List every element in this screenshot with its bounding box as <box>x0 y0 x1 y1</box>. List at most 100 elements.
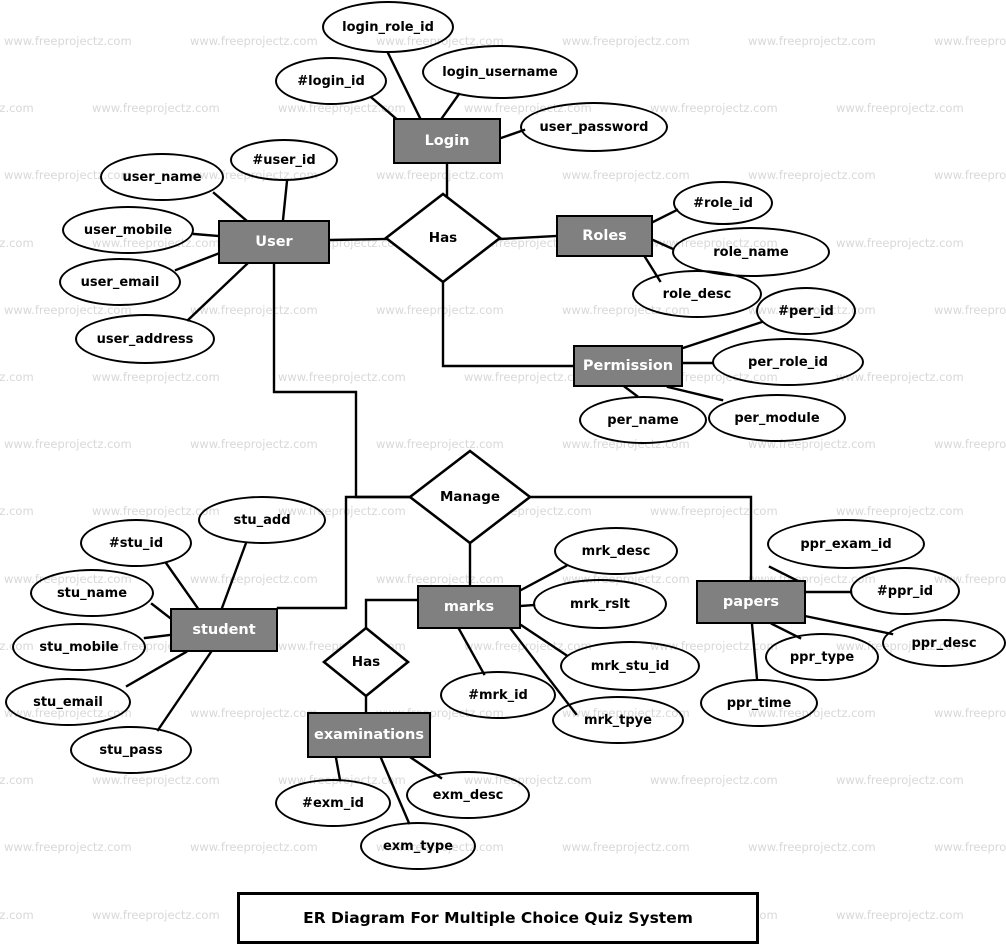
relationship-label: Has <box>428 230 458 246</box>
attribute-per_id[interactable]: #per_id <box>756 287 856 335</box>
attribute-stu_pass[interactable]: stu_pass <box>70 726 192 774</box>
attribute-user_email[interactable]: user_email <box>59 258 181 306</box>
attribute-label: #user_id <box>252 152 316 168</box>
edge-e-has-roles <box>498 234 558 241</box>
edge-e-role-name <box>651 238 675 251</box>
edge-e-user-mobile <box>192 232 220 238</box>
attribute-label: ppr_type <box>789 649 855 665</box>
attribute-per_name[interactable]: per_name <box>579 396 707 444</box>
relationship-manage[interactable]: Manage <box>410 451 530 543</box>
edge-e-per-module <box>666 385 724 402</box>
attribute-label: role_desc <box>662 286 732 302</box>
edge-e-mrk-id <box>457 627 486 676</box>
attribute-user_password[interactable]: user_password <box>520 102 668 152</box>
attribute-label: exm_type <box>382 838 454 854</box>
relationship-has-user-roles[interactable]: Has <box>386 194 500 282</box>
attribute-label: role_name <box>713 244 789 260</box>
attribute-label: ppr_desc <box>911 635 977 651</box>
attribute-label: login_username <box>442 64 558 80</box>
attribute-stu_email[interactable]: stu_email <box>5 678 131 726</box>
edge-e-stu-name <box>150 602 172 620</box>
attribute-label: user_address <box>96 331 194 347</box>
attribute-label: login_role_id <box>342 19 434 35</box>
entity-label: Roles <box>582 228 627 244</box>
attribute-label: #mrk_id <box>468 687 528 703</box>
attribute-label: #role_id <box>693 195 753 211</box>
attribute-exm_type[interactable]: exm_type <box>360 822 476 870</box>
edge-e-mrk-rslt <box>519 603 536 608</box>
attribute-role_desc[interactable]: role_desc <box>632 270 762 318</box>
attribute-stu_add[interactable]: stu_add <box>198 496 326 544</box>
attribute-user_mobile[interactable]: user_mobile <box>62 206 194 254</box>
edge-e-stu-id <box>164 561 201 612</box>
edge-e-marks-has <box>364 598 419 630</box>
entity-marks[interactable]: marks <box>417 585 521 629</box>
attribute-ppr_exam_id[interactable]: ppr_exam_id <box>767 519 925 569</box>
entity-label: examinations <box>314 727 424 743</box>
entity-user[interactable]: User <box>218 220 330 264</box>
attribute-label: mrk_rslt <box>570 596 630 612</box>
attribute-ppr_type[interactable]: ppr_type <box>765 633 879 681</box>
relationship-label: Has <box>351 654 381 670</box>
edge-e-user-address <box>186 262 249 322</box>
relationship-has-marks-exams[interactable]: Has <box>324 628 408 696</box>
edge-e-user-manage <box>272 262 412 499</box>
entity-student[interactable]: student <box>170 608 278 652</box>
attribute-label: mrk_tpye <box>584 712 652 728</box>
entity-label: Permission <box>582 358 674 374</box>
entity-label: papers <box>722 594 780 610</box>
attribute-stu_id[interactable]: #stu_id <box>80 519 192 567</box>
attribute-label: exm_desc <box>432 787 504 803</box>
attribute-role_id[interactable]: #role_id <box>673 181 773 225</box>
attribute-label: stu_email <box>33 694 103 710</box>
attribute-mrk_stu_id[interactable]: mrk_stu_id <box>560 641 700 691</box>
attribute-label: #per_id <box>778 303 834 319</box>
attribute-label: user_email <box>80 274 160 290</box>
attribute-mrk_desc[interactable]: mrk_desc <box>554 527 678 575</box>
attribute-user_address[interactable]: user_address <box>75 314 215 364</box>
attribute-user_id[interactable]: #user_id <box>230 139 338 181</box>
er-diagram-canvas: www.freeprojectz.com www.freeprojectz.com… <box>0 0 1006 944</box>
edge-e-role-id <box>651 208 679 224</box>
attribute-ppr_id[interactable]: #ppr_id <box>850 567 960 615</box>
attribute-mrk_rslt[interactable]: mrk_rslt <box>533 579 667 629</box>
attribute-login_username[interactable]: login_username <box>422 45 578 99</box>
attribute-label: #login_id <box>297 73 365 89</box>
edge-e-per-name <box>623 385 639 398</box>
edge-e-user-has <box>328 237 388 242</box>
edge-e-has-permission <box>441 280 575 368</box>
edge-e-exm-id <box>334 756 342 782</box>
attribute-exm_desc[interactable]: exm_desc <box>406 771 530 819</box>
attribute-mrk_tpye[interactable]: mrk_tpye <box>552 696 684 744</box>
attribute-per_module[interactable]: per_module <box>708 394 846 442</box>
diagram-title-box: ER Diagram For Multiple Choice Quiz Syst… <box>237 892 759 944</box>
attribute-label: stu_name <box>56 585 128 601</box>
entity-label: marks <box>443 599 495 615</box>
attribute-mrk_id[interactable]: #mrk_id <box>440 671 556 719</box>
attribute-per_role_id[interactable]: per_role_id <box>712 338 864 386</box>
attribute-label: stu_pass <box>99 742 163 758</box>
attribute-label: #stu_id <box>108 535 164 551</box>
attribute-label: mrk_desc <box>581 543 651 559</box>
attribute-user_name[interactable]: user_name <box>100 153 224 201</box>
attribute-login_role_id[interactable]: login_role_id <box>322 1 454 53</box>
edge-e-user-name <box>212 191 249 223</box>
attribute-label: mrk_stu_id <box>590 658 670 674</box>
edge-e-login-username <box>440 92 461 120</box>
attribute-stu_name[interactable]: stu_name <box>30 569 154 617</box>
attribute-label: per_name <box>607 412 679 428</box>
attribute-exm_id[interactable]: #exm_id <box>275 779 391 827</box>
attribute-label: stu_add <box>233 512 291 528</box>
attribute-ppr_time[interactable]: ppr_time <box>700 679 818 727</box>
entity-roles[interactable]: Roles <box>556 215 653 257</box>
entity-examinations[interactable]: examinations <box>307 712 431 758</box>
entity-login[interactable]: Login <box>393 118 501 164</box>
entity-permission[interactable]: Permission <box>573 345 683 387</box>
attribute-label: #ppr_id <box>876 583 934 599</box>
entity-label: Login <box>424 133 470 149</box>
entity-papers[interactable]: papers <box>696 580 806 624</box>
attribute-stu_mobile[interactable]: stu_mobile <box>12 623 146 671</box>
attribute-login_id[interactable]: #login_id <box>275 57 387 105</box>
attribute-ppr_desc[interactable]: ppr_desc <box>882 619 1006 667</box>
attribute-label: #exm_id <box>302 795 364 811</box>
